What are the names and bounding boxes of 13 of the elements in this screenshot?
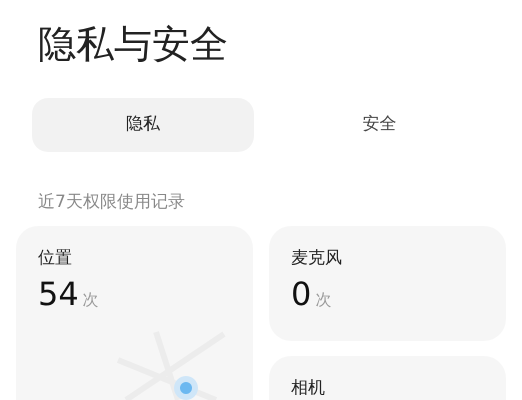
card-title: 位置 [38, 247, 72, 270]
usage-count: 0 [291, 276, 312, 312]
permission-card[interactable]: 相机 [269, 356, 506, 400]
usage-count: 54 [38, 276, 79, 312]
card-title: 麦克风 [291, 247, 342, 270]
section-label: 近7天权限使用记录 [38, 191, 185, 214]
permission-card[interactable]: 麦克风 0 次 [269, 226, 506, 341]
permission-card[interactable]: 位置 54 次 [16, 226, 253, 400]
tab[interactable]: 隐私 [32, 98, 254, 152]
count-unit: 次 [82, 289, 99, 311]
card-title: 相机 [291, 377, 325, 400]
count-unit: 次 [315, 289, 332, 311]
page-title: 隐私与安全 [38, 21, 228, 68]
